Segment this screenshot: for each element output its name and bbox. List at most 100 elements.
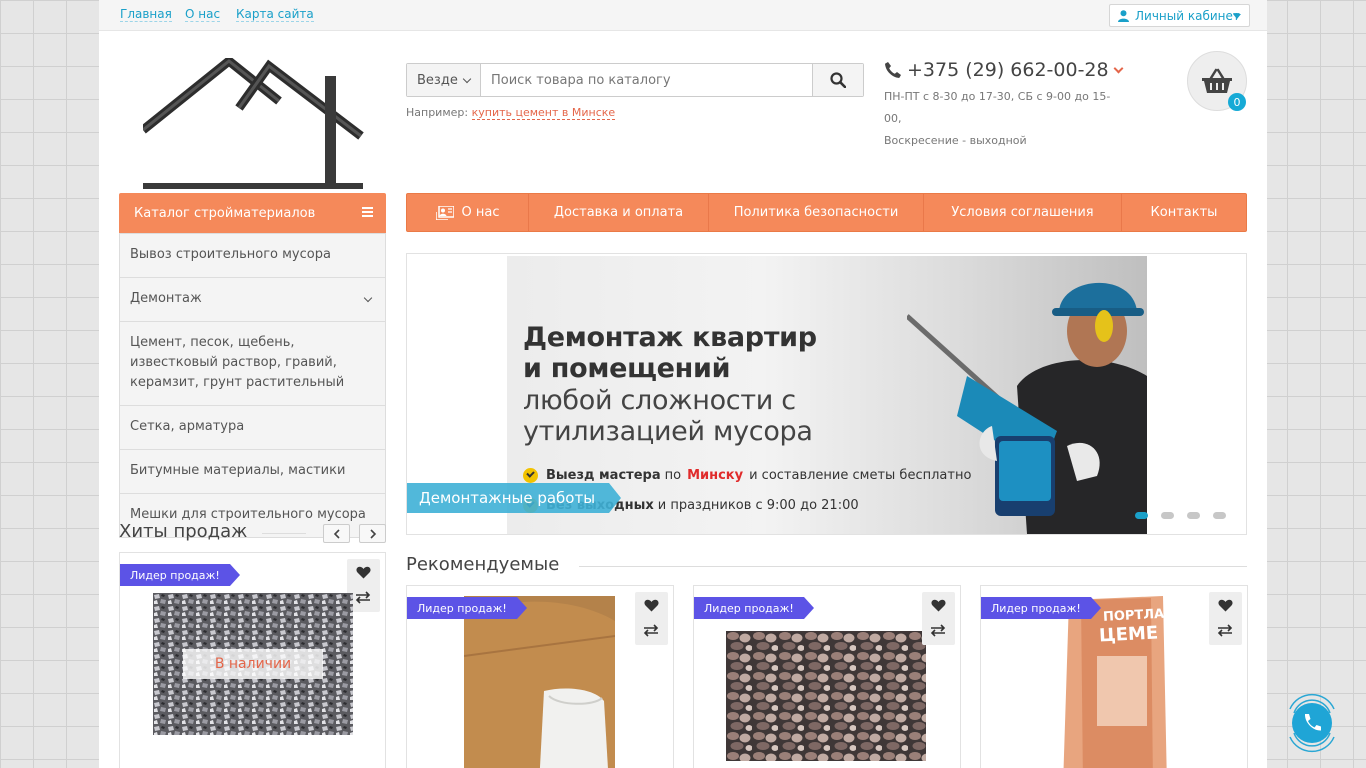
search-scope-value: Везде bbox=[417, 72, 458, 88]
search-hint-label: Например: bbox=[406, 106, 469, 119]
top-link-home[interactable]: Главная bbox=[120, 7, 172, 22]
slider-dot[interactable] bbox=[1213, 512, 1226, 519]
catalog-header[interactable]: Каталог стройматериалов bbox=[119, 193, 386, 233]
hours-line: Воскресение - выходной bbox=[884, 134, 1027, 147]
search-hint-link[interactable]: купить цемент в Минске bbox=[471, 106, 616, 120]
product-card[interactable]: Лидер продаж! bbox=[406, 585, 674, 768]
card-actions bbox=[922, 592, 955, 645]
house-logo-icon bbox=[140, 55, 364, 189]
leader-badge: Лидер продаж! bbox=[981, 597, 1101, 619]
user-icon bbox=[1118, 9, 1129, 22]
banner-heading: утилизацией мусора bbox=[523, 416, 813, 447]
catalog-list: Вывоз строительного мусора Демонтаж Цеме… bbox=[119, 233, 386, 538]
heart-icon[interactable] bbox=[931, 599, 946, 612]
catalog-item[interactable]: Вывоз строительного мусора bbox=[120, 233, 385, 277]
banner-line-text: и праздников с 9:00 до 21:00 bbox=[657, 498, 859, 513]
search-input[interactable] bbox=[481, 64, 812, 96]
product-card[interactable]: Лидер продаж! В наличии bbox=[119, 552, 386, 768]
chevron-down-icon bbox=[1233, 14, 1241, 19]
hits-next-button[interactable] bbox=[359, 524, 386, 543]
slider-dot[interactable] bbox=[1187, 512, 1200, 519]
nav-item-label: Доставка и оплата bbox=[553, 205, 684, 220]
card-actions bbox=[1209, 592, 1242, 645]
cabinet-label: Личный кабинет bbox=[1135, 8, 1240, 23]
catalog-item[interactable]: Битумные материалы, мастики bbox=[120, 449, 385, 493]
nav-item-label: О нас bbox=[461, 205, 500, 220]
slider-dot[interactable] bbox=[1161, 512, 1174, 519]
search-bar: Везде bbox=[406, 63, 864, 97]
in-stock-label: В наличии bbox=[183, 649, 323, 679]
hits-title: Хиты продаж bbox=[119, 521, 248, 542]
nav-item-about[interactable]: О нас bbox=[407, 194, 529, 231]
chevron-down-icon bbox=[1113, 63, 1124, 73]
heart-icon[interactable] bbox=[356, 566, 371, 579]
phone-icon bbox=[885, 62, 901, 78]
compare-icon[interactable] bbox=[355, 591, 371, 604]
top-link-sitemap[interactable]: Карта сайта bbox=[236, 7, 314, 22]
banner-line-bold: Выезд мастера bbox=[546, 468, 661, 483]
worker-illustration bbox=[907, 282, 1147, 534]
phone-dropdown[interactable]: +375 (29) 662-00-28 bbox=[884, 59, 1124, 81]
top-link-about[interactable]: О нас bbox=[185, 7, 221, 22]
heart-icon[interactable] bbox=[644, 599, 659, 612]
cabinet-dropdown[interactable]: Личный кабинет bbox=[1109, 4, 1250, 27]
banner-line-text: по bbox=[664, 468, 682, 483]
sand-image bbox=[464, 596, 615, 768]
search-scope-select[interactable]: Везде bbox=[407, 64, 481, 96]
compare-icon[interactable] bbox=[643, 624, 659, 637]
catalog-item[interactable]: Демонтаж bbox=[120, 277, 385, 321]
hero-slider[interactable]: Демонтаж квартир и помещений любой сложн… bbox=[406, 253, 1247, 535]
divider bbox=[579, 566, 1247, 567]
working-hours: ПН-ПТ с 8-30 до 17-30, СБ с 9-00 до 15-0… bbox=[884, 86, 1124, 152]
hours-line: ПН-ПТ с 8-30 до 17-30, СБ с 9-00 до 15-0… bbox=[884, 90, 1111, 125]
chevron-left-icon bbox=[333, 528, 340, 539]
card-actions bbox=[635, 592, 668, 645]
banner-caption[interactable]: Демонтажные работы bbox=[407, 483, 621, 513]
leader-badge: Лидер продаж! bbox=[407, 597, 527, 619]
nav-item-contacts[interactable]: Контакты bbox=[1122, 194, 1246, 231]
hits-prev-button[interactable] bbox=[323, 524, 350, 543]
chevron-down-icon bbox=[462, 74, 472, 83]
search-button[interactable] bbox=[812, 64, 863, 96]
catalog-item-label: Демонтаж bbox=[130, 291, 202, 306]
divider bbox=[262, 533, 306, 534]
nav-item-label: Контакты bbox=[1150, 205, 1218, 220]
catalog-item[interactable]: Сетка, арматура bbox=[120, 405, 385, 449]
pebbles-image bbox=[726, 631, 926, 761]
page: Главная О нас Карта сайта Личный кабинет… bbox=[99, 0, 1267, 768]
catalog-item-label: Цемент, песок, щебень, известковый раств… bbox=[130, 335, 345, 390]
nav-item-security[interactable]: Политика безопасности bbox=[709, 194, 924, 231]
basket-icon bbox=[1202, 68, 1232, 93]
catalog-title: Каталог стройматериалов bbox=[134, 205, 316, 221]
search-icon bbox=[830, 72, 846, 88]
catalog-item-label: Мешки для строительного мусора bbox=[130, 507, 366, 522]
check-icon bbox=[523, 468, 538, 483]
leader-badge: Лидер продаж! bbox=[120, 564, 240, 586]
chevron-right-icon bbox=[369, 528, 376, 539]
contact-card-icon bbox=[435, 205, 454, 220]
top-bar: Главная О нас Карта сайта Личный кабинет bbox=[99, 0, 1267, 31]
menu-icon bbox=[362, 207, 373, 217]
heart-icon[interactable] bbox=[1218, 599, 1233, 612]
slider-dots bbox=[1135, 512, 1226, 519]
catalog-item-label: Вывоз строительного мусора bbox=[130, 247, 331, 262]
product-card[interactable]: Лидер продаж! bbox=[693, 585, 961, 768]
nav-item-terms[interactable]: Условия соглашения bbox=[924, 194, 1122, 231]
nav-item-label: Политика безопасности bbox=[733, 205, 899, 220]
catalog-item[interactable]: Цемент, песок, щебень, известковый раств… bbox=[120, 321, 385, 405]
recommended-title: Рекомендуемые bbox=[406, 554, 560, 575]
slider-dot[interactable] bbox=[1135, 512, 1148, 519]
banner-heading: любой сложности с bbox=[523, 385, 796, 416]
nav-item-label: Условия соглашения bbox=[951, 205, 1094, 220]
product-card[interactable]: ПОРТЛАН ЦЕМЕ Лидер продаж! bbox=[980, 585, 1248, 768]
leader-badge: Лидер продаж! bbox=[694, 597, 814, 619]
logo[interactable] bbox=[140, 55, 365, 196]
catalog-item-label: Сетка, арматура bbox=[130, 419, 245, 434]
compare-icon[interactable] bbox=[1217, 624, 1233, 637]
banner-line-text: и составление сметы бесплатно bbox=[749, 468, 972, 483]
callback-widget[interactable] bbox=[1286, 687, 1338, 759]
nav-item-delivery[interactable]: Доставка и оплата bbox=[529, 194, 709, 231]
catalog-item-label: Битумные материалы, мастики bbox=[130, 463, 346, 478]
phone-number: +375 (29) 662-00-28 bbox=[907, 59, 1109, 81]
compare-icon[interactable] bbox=[930, 624, 946, 637]
